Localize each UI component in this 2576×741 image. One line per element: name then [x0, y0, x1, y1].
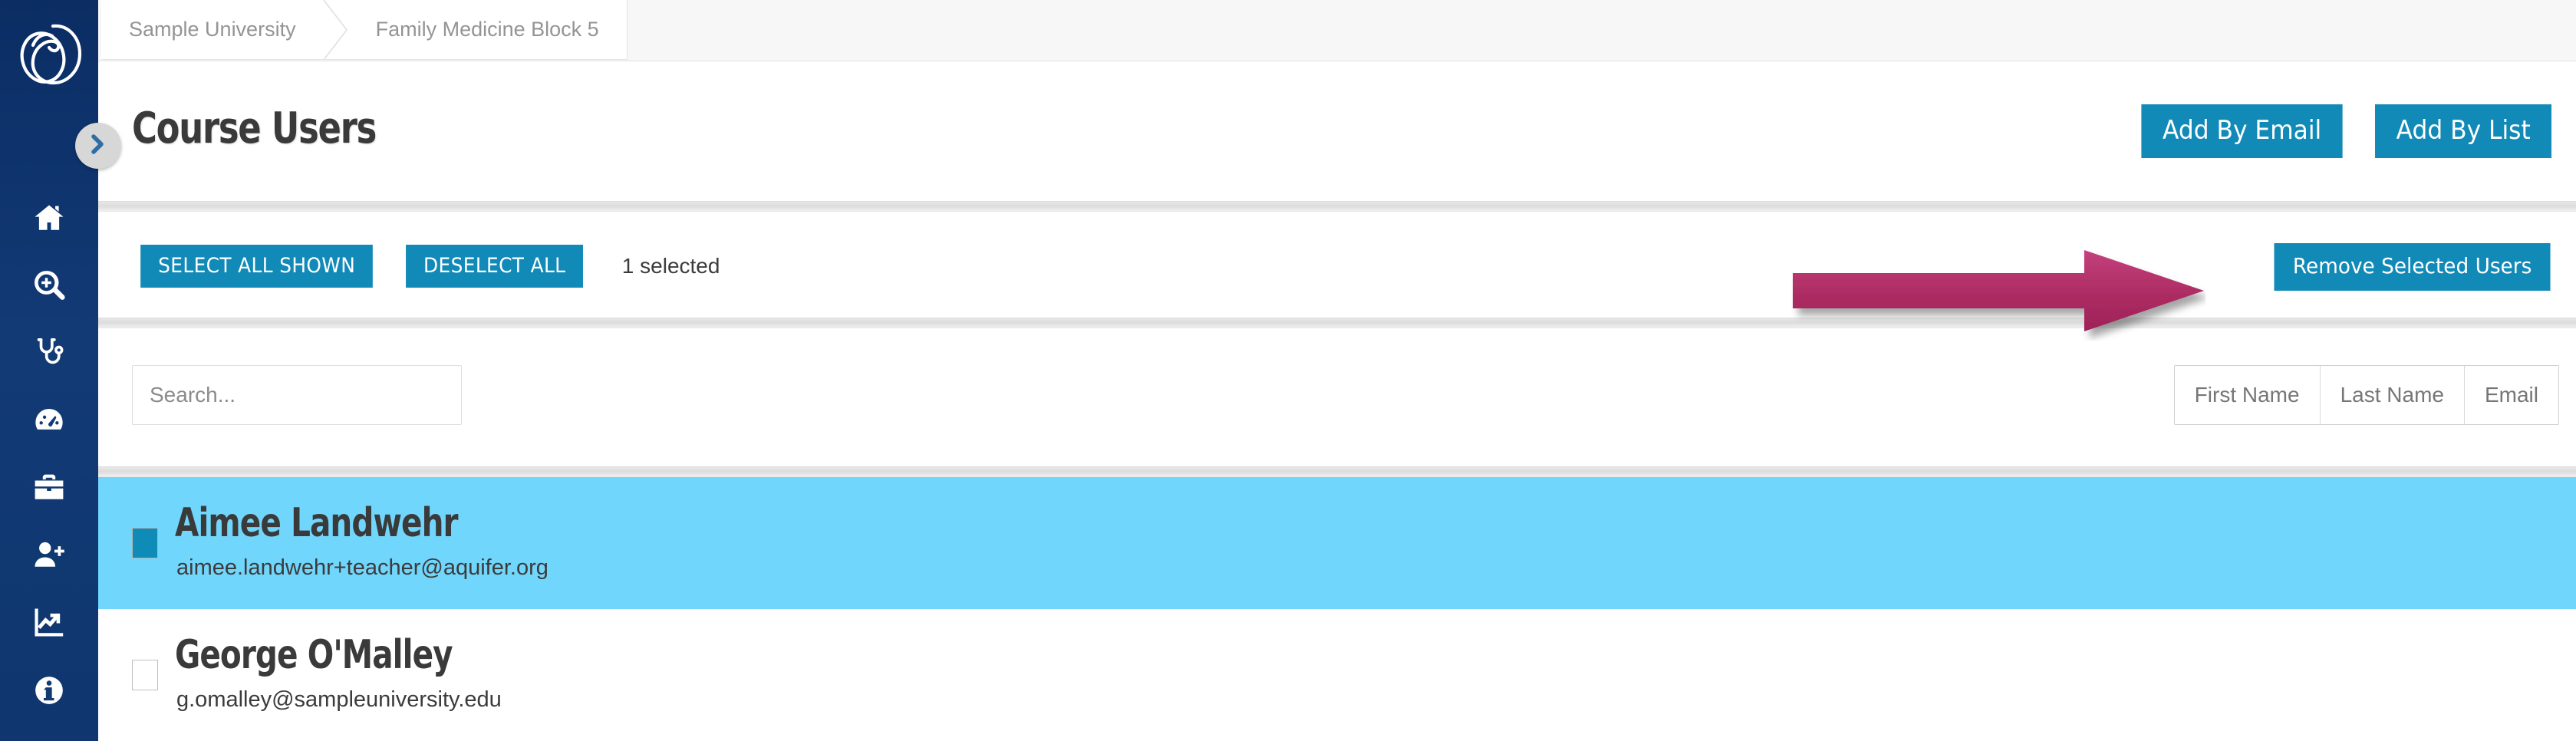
sidebar-item-home[interactable]: [0, 184, 98, 252]
remove-selected-users-wrap: Remove Selected Users: [2265, 243, 2559, 291]
sidebar-item-reports[interactable]: [0, 589, 98, 657]
search-and-sort-bar: First Name Last Name Email: [98, 328, 2576, 466]
user-select-checkbox[interactable]: [132, 528, 158, 558]
aquifer-logo[interactable]: [6, 6, 92, 98]
header-actions: Add By Email Add By List: [2133, 104, 2559, 158]
user-select-checkbox[interactable]: [132, 660, 158, 690]
select-all-shown-button[interactable]: SELECT ALL SHOWN: [140, 245, 374, 288]
user-email: g.omalley@sampleuniversity.edu: [176, 687, 502, 712]
sidebar-item-cases[interactable]: [0, 319, 98, 387]
chart-line-icon: [33, 607, 65, 639]
sidebar-item-dashboard[interactable]: [0, 387, 98, 454]
sort-by-email-button[interactable]: Email: [2464, 366, 2558, 424]
add-by-list-button[interactable]: Add By List: [2374, 104, 2551, 158]
section-divider: [98, 318, 2576, 328]
remove-selected-users-button[interactable]: Remove Selected Users: [2274, 243, 2551, 291]
home-icon: [33, 202, 65, 234]
sidebar-nav-list: [0, 184, 98, 724]
course-users-page: Sample University Family Medicine Block …: [0, 0, 2576, 741]
search-input[interactable]: [132, 365, 462, 425]
table-row[interactable]: George O'Malley g.omalley@sampleuniversi…: [98, 609, 2576, 741]
breadcrumb: Sample University Family Medicine Block …: [101, 0, 628, 60]
selection-toolbar: SELECT ALL SHOWN DESELECT ALL 1 selected…: [98, 212, 2576, 318]
breadcrumb-separator-icon: [322, 0, 350, 60]
user-plus-icon: [33, 539, 65, 571]
main-sidebar: [0, 0, 98, 741]
table-row[interactable]: Aimee Landwehr aimee.landwehr+teacher@aq…: [98, 477, 2576, 609]
deselect-all-button[interactable]: DESELECT ALL: [406, 245, 584, 288]
expand-sidebar-toggle[interactable]: [75, 123, 121, 169]
breadcrumb-bar: Sample University Family Medicine Block …: [98, 0, 2576, 61]
sidebar-item-info[interactable]: [0, 657, 98, 724]
info-circle-icon: [33, 674, 65, 706]
sidebar-item-courses[interactable]: [0, 454, 98, 522]
course-users-list: Aimee Landwehr aimee.landwehr+teacher@aq…: [98, 477, 2576, 741]
breadcrumb-item-organization[interactable]: Sample University: [101, 0, 324, 59]
user-email: aimee.landwehr+teacher@aquifer.org: [176, 555, 548, 580]
page-title: Course Users: [132, 104, 377, 153]
sidebar-item-users[interactable]: [0, 522, 98, 589]
chevron-right-icon: [88, 133, 108, 160]
briefcase-icon: [33, 472, 65, 504]
selection-actions: SELECT ALL SHOWN DESELECT ALL 1 selected: [130, 245, 720, 288]
section-divider: [98, 201, 2576, 212]
stethoscope-icon: [33, 337, 65, 369]
add-by-email-button[interactable]: Add By Email: [2141, 104, 2344, 158]
sort-by-first-name-button[interactable]: First Name: [2174, 366, 2321, 424]
user-name: George O'Malley: [175, 632, 453, 678]
section-divider: [98, 466, 2576, 477]
selected-count-label: 1 selected: [621, 254, 720, 278]
sort-button-group: First Name Last Name Email: [2173, 365, 2559, 425]
page-header: Course Users Add By Email Add By List: [98, 62, 2576, 200]
sidebar-item-search[interactable]: [0, 252, 98, 319]
breadcrumb-item-course[interactable]: Family Medicine Block 5: [350, 0, 627, 59]
user-name: Aimee Landwehr: [175, 500, 459, 546]
gauge-icon: [33, 404, 65, 436]
sort-by-last-name-button[interactable]: Last Name: [2320, 366, 2465, 424]
search-plus-icon: [33, 269, 65, 301]
